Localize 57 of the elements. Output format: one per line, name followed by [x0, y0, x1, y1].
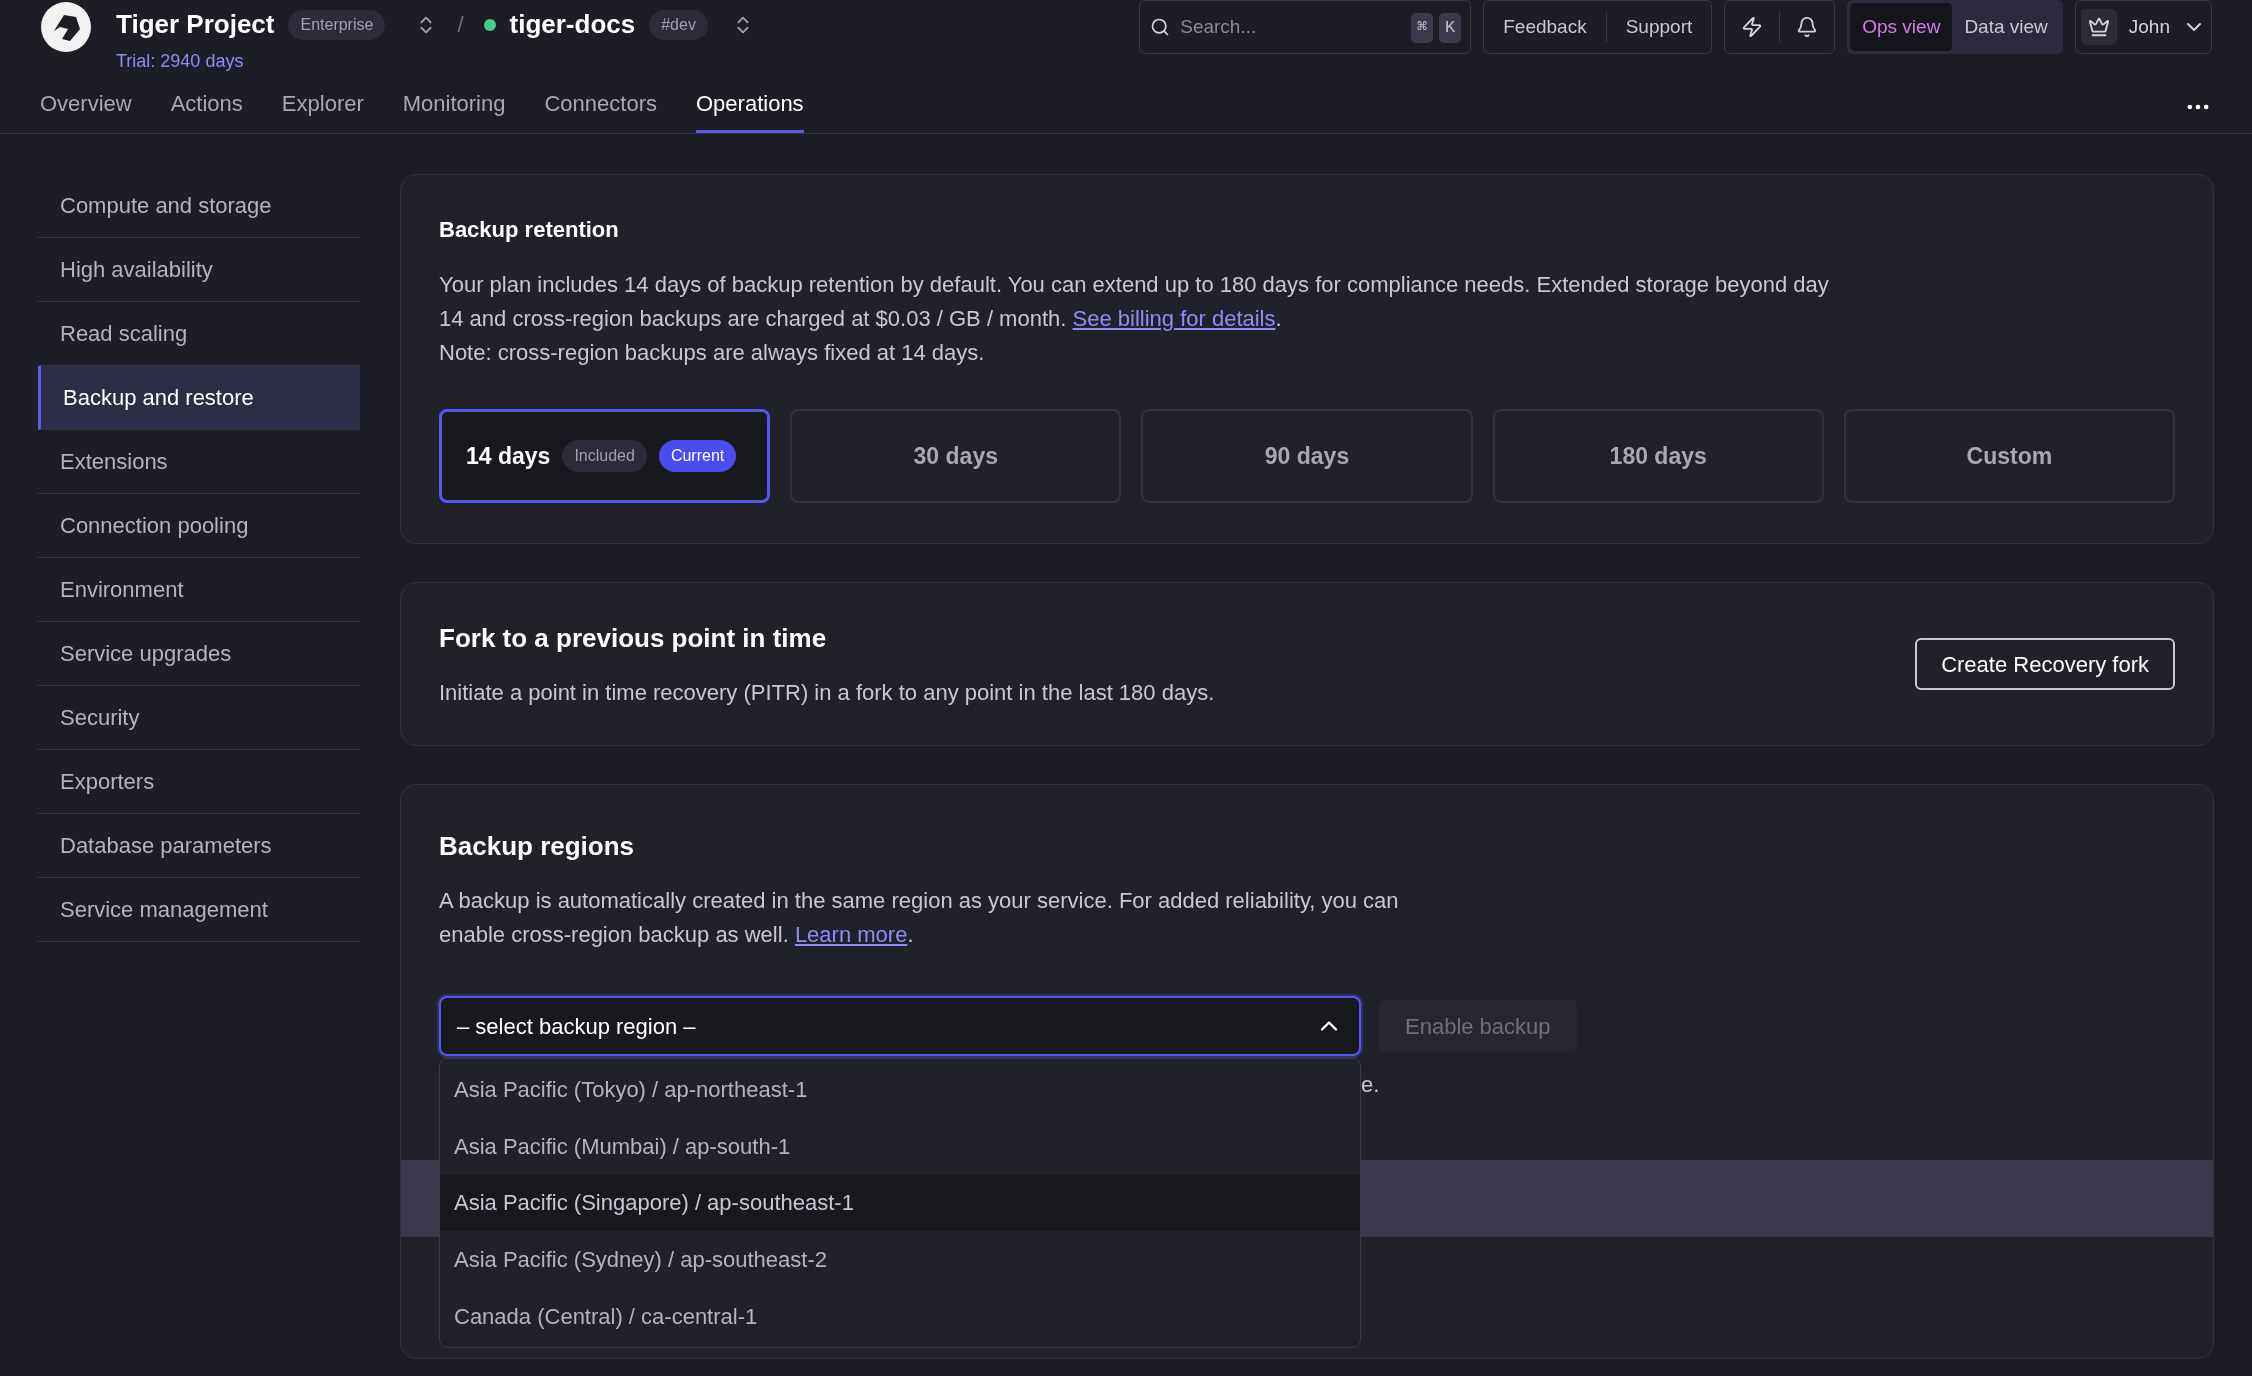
- shortcut-key: ⌘: [1410, 13, 1434, 43]
- sidebar-item[interactable]: Service upgrades: [38, 622, 360, 686]
- trial-text: Trial: 2940 days: [116, 50, 245, 73]
- plan-badge: Enterprise: [288, 9, 386, 40]
- user-menu[interactable]: John: [2074, 0, 2212, 54]
- learn-more-link[interactable]: Learn more: [794, 922, 908, 947]
- nav-tab[interactable]: Monitoring: [402, 87, 506, 133]
- retention-option[interactable]: 30 days: [790, 409, 1122, 503]
- sidebar-item[interactable]: Security: [38, 686, 360, 750]
- sidebar-item[interactable]: Exporters: [38, 750, 360, 814]
- retention-option[interactable]: 90 days: [1141, 409, 1473, 503]
- sidebar-item[interactable]: Backup and restore: [38, 366, 360, 430]
- card-title: Backup retention: [439, 216, 620, 244]
- card-description: Your plan includes 14 days of backup retention by default. You can extend up to 180 days for compliance needs. Extended storage beyond day 14 and cross-region backups are charged at $0.03 / GB / month. See billing for details.: [439, 271, 1830, 333]
- nav-tab[interactable]: Explorer: [281, 87, 364, 133]
- crown-icon: [2080, 9, 2117, 45]
- sidebar-item[interactable]: Connection pooling: [38, 494, 360, 558]
- sidebar-item[interactable]: Environment: [38, 558, 360, 622]
- sidebar-item[interactable]: High availability: [38, 238, 360, 302]
- environment-badge: #dev: [649, 9, 708, 40]
- card-title: Backup regions: [438, 830, 636, 863]
- logo-icon[interactable]: [40, 1, 92, 53]
- option-badge: Current: [658, 440, 737, 472]
- nav-tab[interactable]: Actions: [170, 87, 243, 133]
- dropdown-option[interactable]: Asia Pacific (Sydney) / ap-southeast-2: [440, 1231, 1360, 1289]
- service-name[interactable]: tiger-docs: [509, 5, 636, 44]
- view-toggle[interactable]: Data view: [1952, 3, 2060, 51]
- nav-tab[interactable]: Overview: [40, 87, 132, 133]
- retention-option[interactable]: 14 days Included Current: [439, 409, 771, 503]
- billing-link[interactable]: See billing for details: [1072, 306, 1276, 331]
- retention-option[interactable]: Custom: [1843, 409, 2175, 503]
- retention-option[interactable]: 180 days: [1492, 409, 1824, 503]
- breadcrumb-separator: /: [457, 11, 464, 39]
- sidebar-item[interactable]: Service management: [38, 878, 360, 942]
- region-select[interactable]: – select backup region –: [439, 996, 1361, 1056]
- card-title: Fork to a previous point in time: [439, 622, 828, 655]
- shortcut-key: K: [1439, 13, 1462, 43]
- card-note: Note: cross-region backups are always fixed at 14 days.: [439, 339, 986, 367]
- card-description: A backup is automatically created in the same region as your service. For added reliability, you can enable cross-region backup as well. Learn more.: [438, 887, 1400, 949]
- view-toggle[interactable]: Ops view: [1850, 3, 1953, 51]
- sidebar-item[interactable]: Database parameters: [38, 814, 360, 878]
- option-badge: Included: [562, 440, 647, 472]
- dropdown-option[interactable]: Canada (Central) / ca-central-1: [440, 1288, 1360, 1345]
- nav-tab[interactable]: Connectors: [544, 87, 657, 133]
- sidebar-item[interactable]: Extensions: [38, 430, 360, 494]
- note-text: e.: [1361, 1071, 1380, 1099]
- create-fork-button[interactable]: Create Recovery fork: [1915, 638, 2175, 690]
- project-name[interactable]: Tiger Project: [116, 5, 275, 44]
- card-description: Initiate a point in time recovery (PITR) in a fork to any point in the last 180 days.: [439, 679, 1215, 707]
- search-icon: [1150, 17, 1171, 37]
- nav-tab[interactable]: Operations: [696, 87, 804, 133]
- dropdown-option[interactable]: Asia Pacific (Tokyo) / ap-northeast-1: [440, 1061, 1360, 1118]
- sidebar-item[interactable]: Compute and storage: [38, 174, 360, 238]
- header-link[interactable]: Support: [1605, 12, 1712, 42]
- header-link[interactable]: Feedback: [1484, 12, 1606, 42]
- dropdown-option[interactable]: Asia Pacific (Mumbai) / ap-south-1: [440, 1117, 1360, 1175]
- dropdown-option[interactable]: Asia Pacific (Singapore) / ap-southeast-1: [440, 1174, 1360, 1232]
